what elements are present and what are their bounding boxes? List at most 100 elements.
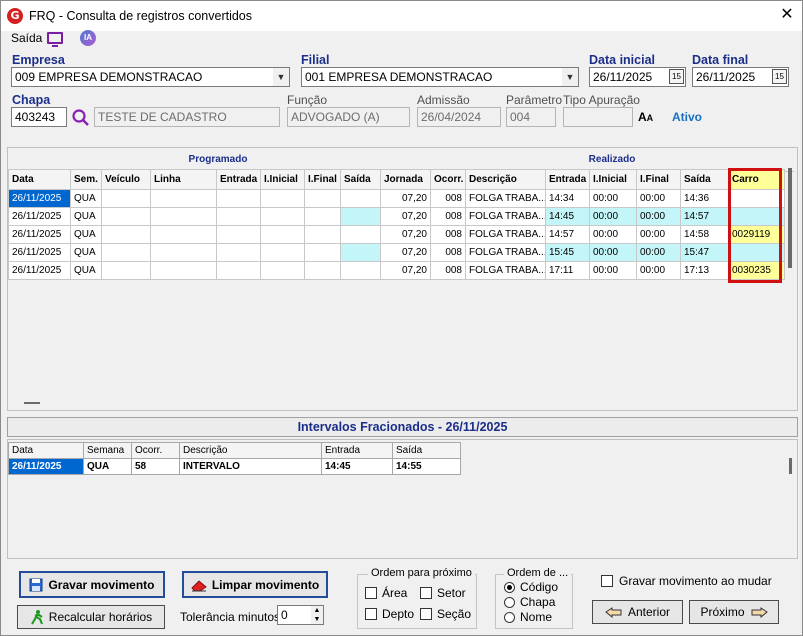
table-cell[interactable] (260, 243, 305, 262)
table-cell[interactable]: 14:58 (680, 225, 729, 244)
column-header[interactable]: I.Inicial (260, 169, 305, 190)
column-header[interactable]: Entrada (545, 169, 590, 190)
table-cell[interactable]: QUA (70, 243, 102, 262)
table-cell[interactable] (216, 261, 261, 280)
table-cell[interactable]: FOLGA TRABA... (465, 261, 546, 280)
font-size-icon[interactable]: AA (638, 110, 653, 124)
table-cell[interactable] (260, 207, 305, 226)
intervalos-grid[interactable]: Data Semana Ocorr. Descrição Entrada Saída 26… (7, 439, 798, 559)
column-header[interactable]: Ocorr. (131, 442, 180, 459)
vertical-scrollbar[interactable] (788, 168, 792, 268)
table-cell[interactable]: 07,20 (380, 189, 431, 208)
gravar-ao-mudar-checkbox[interactable] (601, 575, 613, 587)
table-cell[interactable]: 14:57 (545, 225, 590, 244)
table-cell[interactable] (260, 261, 305, 280)
table-cell[interactable] (340, 243, 381, 262)
table-cell[interactable]: 008 (430, 207, 466, 226)
table-cell[interactable] (101, 207, 151, 226)
table-cell[interactable]: QUA (83, 458, 132, 475)
anterior-button[interactable]: Anterior (592, 600, 683, 624)
table-cell[interactable] (101, 243, 151, 262)
limpar-button[interactable]: Limpar movimento (182, 571, 328, 598)
table-cell[interactable]: QUA (70, 225, 102, 244)
column-header[interactable]: Saída (392, 442, 461, 459)
ia-icon[interactable]: IA (80, 30, 96, 46)
table-cell[interactable] (304, 225, 341, 244)
table-cell[interactable]: 26/11/2025 (8, 189, 71, 208)
table-cell[interactable] (340, 261, 381, 280)
table-cell[interactable] (101, 225, 151, 244)
calendar-icon[interactable]: 15 (669, 69, 684, 84)
column-header[interactable]: Descrição (465, 169, 546, 190)
table-cell[interactable]: 14:45 (321, 458, 393, 475)
table-cell[interactable]: 26/11/2025 (8, 261, 71, 280)
table-cell[interactable]: 00:00 (589, 189, 637, 208)
table-cell[interactable] (150, 243, 217, 262)
table-row[interactable]: 26/11/2025 QUA 07,20 008 FOLGA TRABA... 14:34… (8, 189, 785, 208)
table-row[interactable]: 26/11/2025 QUA 07,20 008 FOLGA TRABA... 14:57… (8, 225, 785, 244)
table-row[interactable]: 26/11/2025 QUA 07,20 008 FOLGA TRABA... 14:45… (8, 207, 785, 226)
tolerancia-stepper[interactable]: 0 ▲ ▼ (277, 605, 324, 625)
table-cell[interactable]: 58 (131, 458, 180, 475)
table-cell[interactable]: INTERVALO (179, 458, 322, 475)
table-cell[interactable] (101, 261, 151, 280)
close-button[interactable]: ✕ (777, 5, 797, 25)
table-cell[interactable]: FOLGA TRABA... (465, 225, 546, 244)
table-cell[interactable] (216, 225, 261, 244)
table-cell[interactable]: 00:00 (589, 243, 637, 262)
spin-arrows-icon[interactable]: ▲ ▼ (311, 606, 323, 624)
column-header[interactable]: Sem. (70, 169, 102, 190)
column-header[interactable]: Descrição (179, 442, 322, 459)
column-header[interactable]: Veículo (101, 169, 151, 190)
column-header[interactable]: I.Final (304, 169, 341, 190)
chapa-radio[interactable] (504, 597, 515, 608)
column-header[interactable]: Linha (150, 169, 217, 190)
movimento-grid[interactable]: Programado Realizado Data Sem. Veículo Linh… (7, 147, 798, 411)
column-header[interactable]: Semana (83, 442, 132, 459)
table-cell[interactable] (304, 261, 341, 280)
table-cell[interactable] (340, 225, 381, 244)
menu-saida[interactable]: Saída (11, 31, 42, 45)
recalcular-button[interactable]: Recalcular horários (17, 605, 165, 629)
table-cell[interactable]: FOLGA TRABA... (465, 243, 546, 262)
table-cell[interactable] (216, 189, 261, 208)
table-cell[interactable]: FOLGA TRABA... (465, 207, 546, 226)
table-cell[interactable]: 008 (430, 243, 466, 262)
chevron-down-icon[interactable]: ▼ (273, 68, 289, 86)
table-cell[interactable]: 00:00 (589, 225, 637, 244)
table-row[interactable]: 26/11/2025 QUA 58 INTERVALO 14:45 14:55 (8, 458, 461, 475)
table-cell[interactable]: 07,20 (380, 243, 431, 262)
data-inicial-field[interactable]: 26/11/2025 15 (589, 67, 686, 87)
setor-checkbox[interactable] (420, 587, 432, 599)
table-cell[interactable]: FOLGA TRABA... (465, 189, 546, 208)
table-cell[interactable]: 008 (430, 189, 466, 208)
table-row[interactable]: 26/11/2025 QUA 07,20 008 FOLGA TRABA... 17:11… (8, 261, 785, 280)
table-cell[interactable]: 008 (430, 225, 466, 244)
table-cell[interactable] (340, 207, 381, 226)
table-cell[interactable]: 00:00 (589, 261, 637, 280)
calendar-icon[interactable]: 15 (772, 69, 787, 84)
column-header[interactable]: Entrada (216, 169, 261, 190)
table-cell[interactable] (150, 261, 217, 280)
table-cell[interactable]: 26/11/2025 (8, 458, 84, 475)
data-final-field[interactable]: 26/11/2025 15 (692, 67, 789, 87)
table-cell[interactable]: 00:00 (636, 243, 681, 262)
table-cell[interactable] (340, 189, 381, 208)
depto-checkbox[interactable] (365, 608, 377, 620)
filial-select[interactable]: 001 EMPRESA DEMONSTRACAO ▼ (301, 67, 579, 87)
column-header[interactable]: Data (8, 442, 84, 459)
table-cell[interactable] (260, 225, 305, 244)
table-cell[interactable]: 15:47 (680, 243, 729, 262)
table-row[interactable]: 26/11/2025 QUA 07,20 008 FOLGA TRABA... 15:45… (8, 243, 785, 262)
table-cell[interactable]: 26/11/2025 (8, 207, 71, 226)
table-cell[interactable] (260, 189, 305, 208)
chapa-field[interactable]: 403243 (11, 107, 67, 127)
search-icon[interactable] (71, 108, 91, 128)
column-header[interactable]: I.Inicial (589, 169, 637, 190)
table-cell[interactable]: 07,20 (380, 225, 431, 244)
table-cell[interactable] (216, 243, 261, 262)
table-cell[interactable]: 00:00 (636, 261, 681, 280)
column-header[interactable]: Jornada (380, 169, 431, 190)
column-header[interactable]: I.Final (636, 169, 681, 190)
table-cell[interactable]: QUA (70, 261, 102, 280)
